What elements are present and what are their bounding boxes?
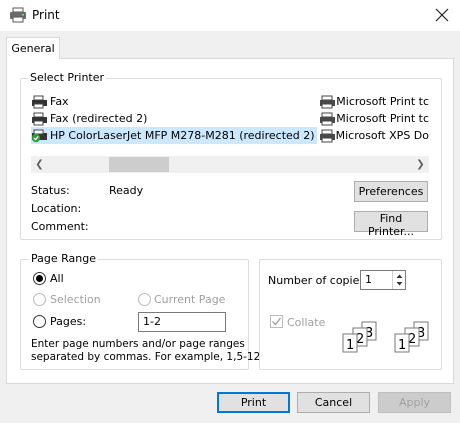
printer-name: Microsoft Print tc bbox=[336, 95, 429, 108]
printer-item-hp-colorlaserjet[interactable]: HP ColorLaserJet MFP M278-M281 (redirect… bbox=[31, 127, 317, 144]
printer-icon bbox=[319, 129, 335, 143]
scrollbar-thumb[interactable] bbox=[109, 157, 169, 172]
all-label: All bbox=[50, 272, 64, 285]
scroll-right-icon[interactable]: ❯ bbox=[412, 156, 429, 173]
collate-illustration-icon: 3 2 1 3 2 1 bbox=[340, 318, 440, 358]
print-button[interactable]: Print bbox=[217, 392, 290, 413]
apply-button[interactable]: Apply bbox=[378, 392, 451, 413]
printer-list-column-2: Microsoft Print tc Microsoft Print tc Mi… bbox=[319, 93, 429, 144]
printer-icon bbox=[319, 112, 335, 126]
printer-name: Microsoft XPS Do bbox=[335, 129, 429, 142]
scroll-left-icon[interactable]: ❮ bbox=[31, 156, 48, 173]
svg-text:1: 1 bbox=[346, 338, 354, 353]
printer-name: HP ColorLaserJet MFP M278-M281 (redirect… bbox=[50, 129, 315, 142]
printer-list-column-1: Fax Fax (redirected 2) HP ColorLaserJet … bbox=[31, 93, 321, 144]
collate-label: Collate bbox=[287, 316, 326, 329]
collate-checkbox[interactable] bbox=[270, 315, 283, 328]
page-range-hint-line-1: Enter page numbers and/or page ranges bbox=[31, 338, 245, 350]
stepper-up-icon bbox=[396, 274, 403, 278]
pages-radio[interactable] bbox=[33, 315, 46, 328]
page-range-hint-line-2: separated by commas. For example, 1,5-12 bbox=[31, 351, 261, 363]
close-icon bbox=[435, 8, 449, 22]
select-printer-legend: Select Printer bbox=[28, 71, 107, 84]
printer-item-microsoft-xps[interactable]: Microsoft XPS Do bbox=[319, 127, 429, 144]
copies-stepper[interactable] bbox=[392, 271, 405, 289]
status-label: Status: bbox=[31, 184, 70, 197]
tab-general[interactable]: General bbox=[6, 37, 60, 59]
printer-default-icon bbox=[31, 129, 48, 143]
current-page-radio[interactable] bbox=[138, 293, 151, 306]
number-of-copies-label: Number of copies: bbox=[268, 274, 369, 287]
pages-input[interactable]: 1-2 bbox=[138, 312, 226, 332]
all-radio[interactable] bbox=[33, 272, 46, 285]
printer-name: Microsoft Print tc bbox=[336, 112, 429, 125]
printer-icon bbox=[9, 7, 27, 23]
window-title: Print bbox=[32, 8, 60, 22]
title-bar bbox=[0, 0, 460, 31]
preferences-button[interactable]: Preferences bbox=[354, 181, 428, 202]
stepper-down-icon bbox=[396, 282, 403, 286]
checkmark-icon bbox=[272, 317, 282, 326]
location-label: Location: bbox=[31, 202, 82, 215]
printer-item-fax[interactable]: Fax bbox=[31, 93, 321, 110]
fax-icon bbox=[31, 112, 48, 126]
printer-name: Fax (redirected 2) bbox=[50, 112, 148, 125]
page-range-legend: Page Range bbox=[29, 252, 98, 265]
find-printer-button[interactable]: Find Printer... bbox=[354, 211, 428, 238]
pages-label: Pages: bbox=[50, 315, 87, 328]
printer-name: Fax bbox=[50, 95, 69, 108]
comment-label: Comment: bbox=[31, 220, 89, 233]
printer-item-microsoft-print-2[interactable]: Microsoft Print tc bbox=[319, 110, 429, 127]
copies-value: 1 bbox=[365, 273, 372, 286]
printer-item-fax-redirected[interactable]: Fax (redirected 2) bbox=[31, 110, 321, 127]
printer-item-microsoft-print-1[interactable]: Microsoft Print tc bbox=[319, 93, 429, 110]
printer-list-scrollbar[interactable]: ❮ ❯ bbox=[31, 156, 429, 173]
fax-icon bbox=[31, 95, 48, 109]
selection-radio[interactable] bbox=[33, 293, 46, 306]
printer-icon bbox=[319, 95, 335, 109]
svg-text:1: 1 bbox=[398, 338, 406, 353]
cancel-button[interactable]: Cancel bbox=[297, 392, 370, 413]
close-button[interactable] bbox=[427, 3, 457, 27]
current-page-label: Current Page bbox=[154, 293, 226, 306]
selection-label: Selection bbox=[50, 293, 101, 306]
status-value: Ready bbox=[109, 184, 144, 197]
